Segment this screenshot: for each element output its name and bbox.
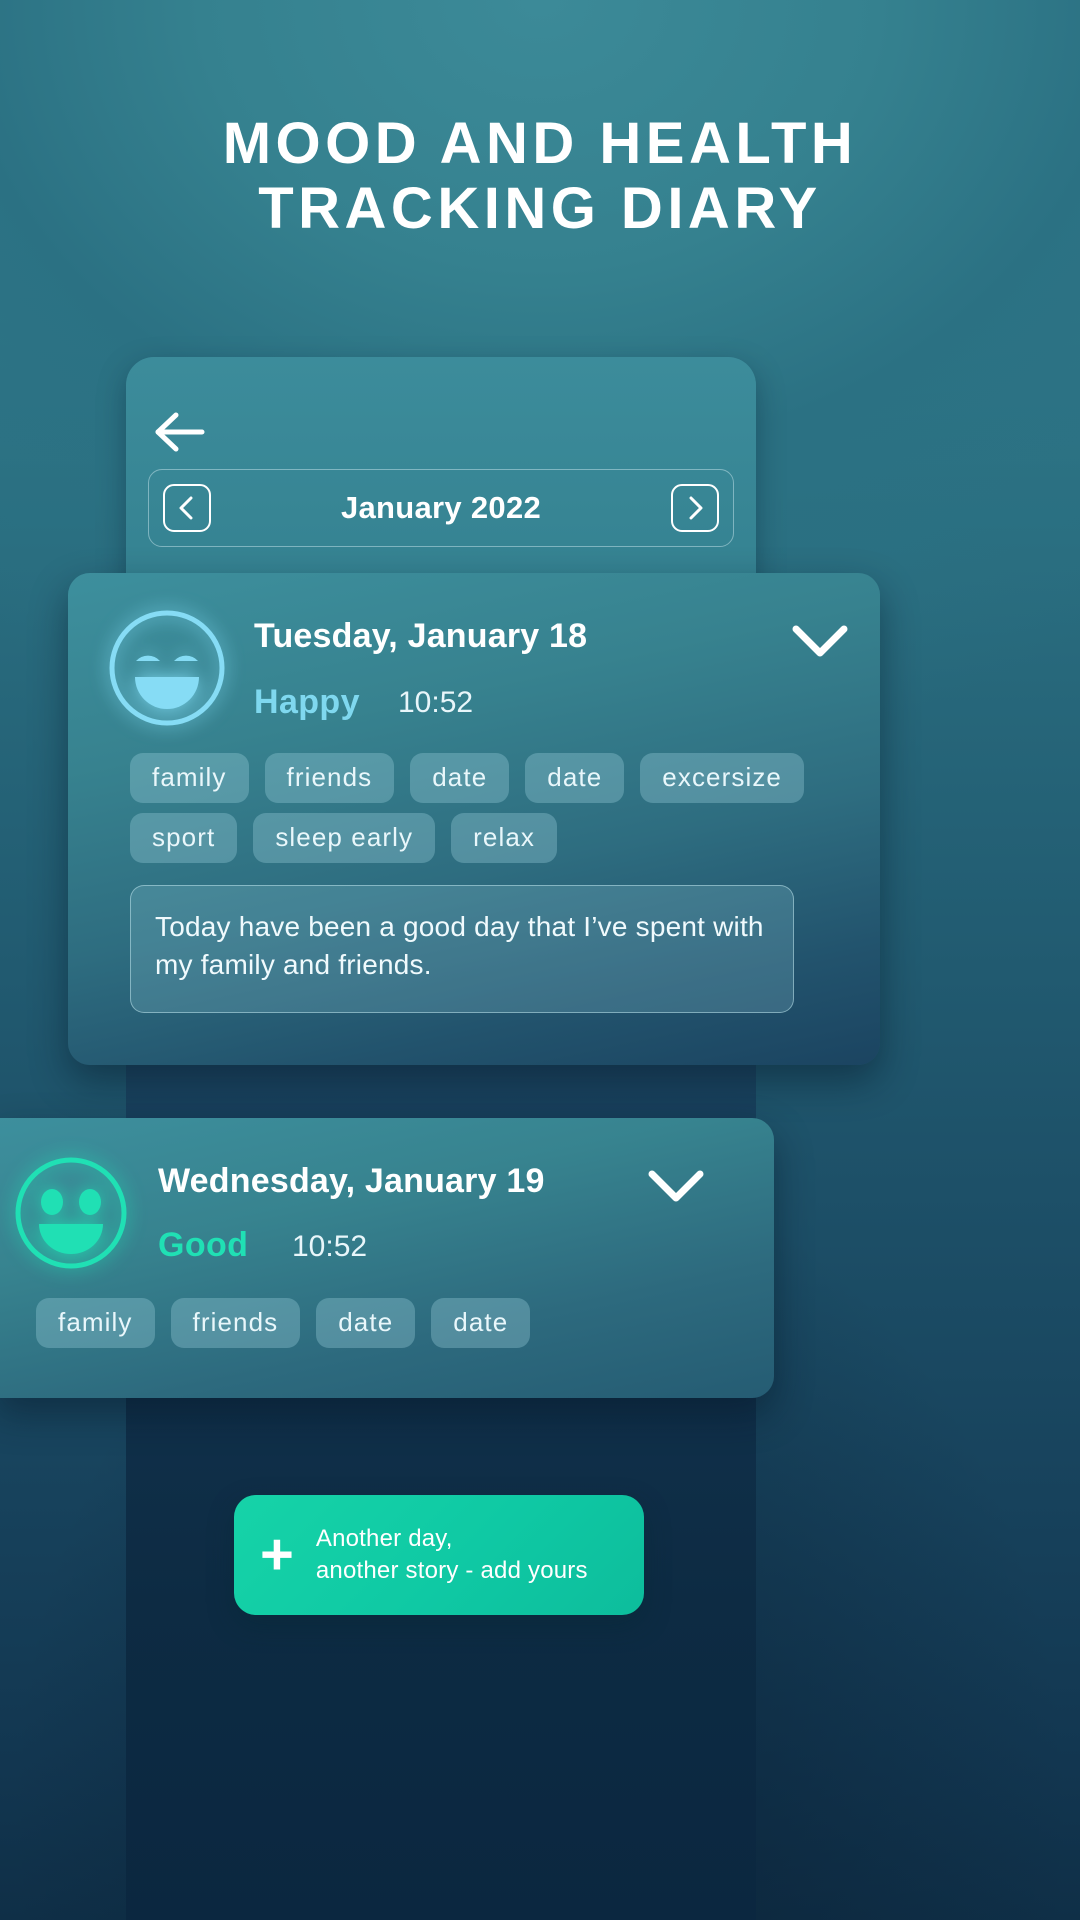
entry-expand-toggle[interactable] bbox=[786, 615, 854, 667]
tag-item[interactable]: relax bbox=[451, 813, 558, 863]
page-title-line-2: TRACKING DIARY bbox=[258, 175, 822, 241]
entry-note-text[interactable]: Today have been a good day that I’ve spe… bbox=[130, 885, 794, 1013]
tag-item[interactable]: date bbox=[316, 1298, 416, 1348]
chevron-down-icon bbox=[792, 625, 848, 657]
entry-mood-label: Good bbox=[158, 1226, 249, 1264]
entry-tags-row-2: sport sleep early relax bbox=[130, 813, 558, 863]
next-month-button[interactable] bbox=[670, 484, 719, 532]
tag-item[interactable]: friends bbox=[170, 1298, 301, 1348]
month-selector: January 2022 bbox=[148, 469, 734, 547]
page-title-line-1: MOOD AND HEALTH bbox=[222, 111, 858, 176]
entry-date: Wednesday, January 19 bbox=[158, 1162, 545, 1200]
entry-expand-toggle[interactable] bbox=[642, 1160, 710, 1212]
diary-entry-card[interactable]: Wednesday, January 19 Good 10:52 family … bbox=[0, 1118, 774, 1398]
tag-item[interactable]: sport bbox=[130, 813, 238, 863]
happy-face-icon bbox=[106, 607, 228, 729]
chevron-left-icon bbox=[179, 496, 193, 520]
entry-mood-label: Happy bbox=[254, 683, 360, 721]
previous-month-button[interactable] bbox=[163, 484, 211, 532]
add-entry-label: Another day, another story - add yours bbox=[316, 1523, 588, 1588]
add-entry-label-line-1: Another day, bbox=[315, 1524, 453, 1552]
entry-time: 10:52 bbox=[398, 686, 474, 719]
screen-body-band-lower bbox=[126, 1390, 756, 1920]
entry-tags-row-1: family friends date date excersize bbox=[130, 753, 804, 803]
tag-item[interactable]: sleep early bbox=[253, 813, 436, 863]
good-face-icon bbox=[12, 1154, 130, 1272]
add-entry-button[interactable]: + Another day, another story - add yours bbox=[234, 1495, 644, 1615]
month-label: January 2022 bbox=[340, 490, 542, 525]
tag-item[interactable]: date bbox=[410, 753, 510, 803]
diary-entry-card[interactable]: Tuesday, January 18 Happy 10:52 family f… bbox=[68, 573, 880, 1065]
add-entry-label-line-2: another story - add yours bbox=[315, 1557, 588, 1584]
chevron-right-icon bbox=[689, 496, 703, 520]
chevron-down-icon bbox=[648, 1170, 704, 1202]
entry-date: Tuesday, January 18 bbox=[254, 617, 588, 655]
tag-item[interactable]: excersize bbox=[640, 753, 804, 803]
arrow-left-icon bbox=[155, 412, 205, 452]
plus-icon: + bbox=[260, 1522, 294, 1587]
tag-item[interactable]: family bbox=[130, 753, 249, 803]
tag-item[interactable]: family bbox=[36, 1298, 155, 1348]
entry-time: 10:52 bbox=[292, 1230, 368, 1263]
tag-item[interactable]: friends bbox=[264, 753, 395, 803]
tag-item[interactable]: date bbox=[525, 753, 625, 803]
tag-item[interactable]: date bbox=[431, 1298, 531, 1348]
back-button[interactable] bbox=[150, 407, 210, 457]
page-title: MOOD AND HEALTH TRACKING DIARY bbox=[0, 111, 1080, 242]
entry-tags-row-1: family friends date date bbox=[36, 1298, 531, 1348]
